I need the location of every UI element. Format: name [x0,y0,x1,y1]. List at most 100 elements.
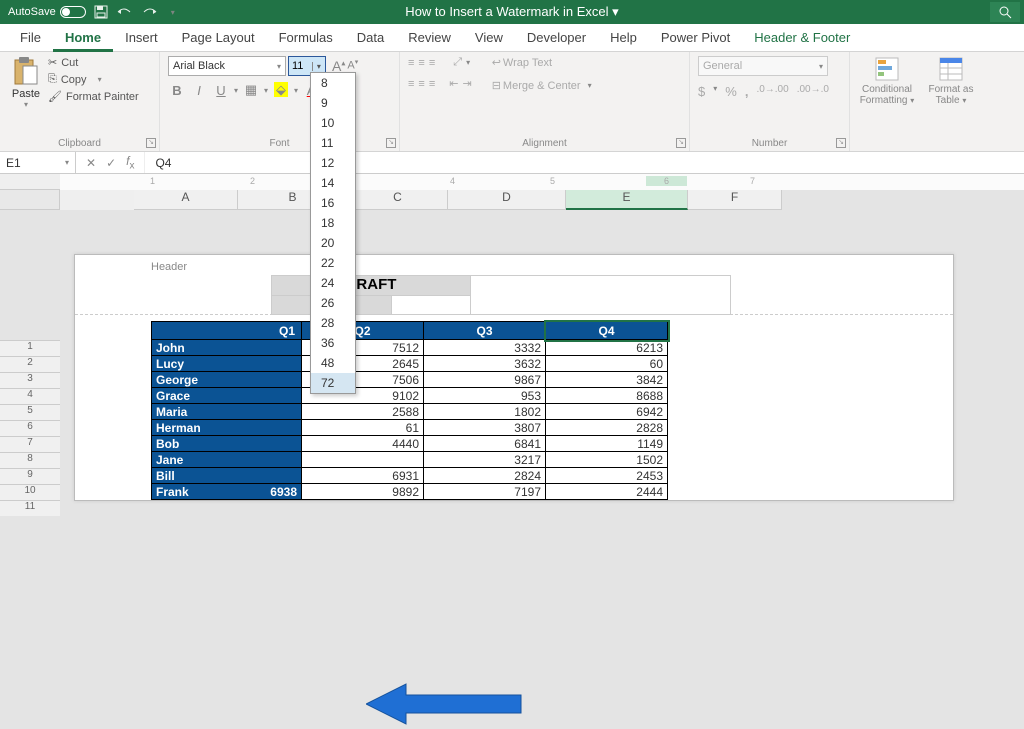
size-option[interactable]: 16 [311,193,355,213]
col-header-c[interactable]: C [348,190,448,210]
tab-header-footer[interactable]: Header & Footer [742,24,862,52]
col-q1[interactable]: Q1 [152,322,302,340]
size-option[interactable]: 26 [311,293,355,313]
number-dialog-launcher[interactable]: ↘ [836,138,846,148]
copy-button[interactable]: ⎘Copy ▾ [48,73,139,86]
cancel-formula-icon[interactable]: ✕ [86,156,96,170]
merge-center-button[interactable]: ⊟Merge & Center ▾ [492,79,592,92]
increase-decimal-icon[interactable]: .0→.00 [756,84,788,99]
formula-input[interactable]: Q4 [145,156,171,170]
clipboard-dialog-launcher[interactable]: ↘ [146,138,156,148]
col-header-d[interactable]: D [448,190,566,210]
increase-indent-icon[interactable]: ⇥ [462,77,471,90]
cut-button[interactable]: ✂Cut [48,56,139,69]
borders-button[interactable]: ▦ [242,82,260,98]
size-option[interactable]: 11 [311,133,355,153]
align-right-icon[interactable]: ≡ [429,78,435,90]
tab-home[interactable]: Home [53,24,113,52]
wrap-icon: ↩ [492,56,501,69]
tab-review[interactable]: Review [396,24,463,52]
row-header[interactable]: 2 [0,356,60,372]
enter-formula-icon[interactable]: ✓ [106,156,116,170]
col-header-a[interactable]: A [134,190,238,210]
underline-button[interactable]: U [212,83,230,98]
tab-formulas[interactable]: Formulas [267,24,345,52]
accounting-format-icon[interactable]: $ [698,84,705,99]
bold-button[interactable]: B [168,83,186,98]
tab-view[interactable]: View [463,24,515,52]
size-option[interactable]: 12 [311,153,355,173]
decrease-indent-icon[interactable]: ⇤ [449,77,458,90]
italic-button[interactable]: I [190,83,208,98]
header-right-box[interactable] [471,275,731,315]
size-option[interactable]: 48 [311,353,355,373]
align-left-icon[interactable]: ≡ [408,78,414,90]
font-name-combo[interactable]: Arial Black▾ [168,56,286,76]
autosave-label: AutoSave [8,6,56,18]
row-header[interactable]: 11 [0,500,60,516]
size-option[interactable]: 14 [311,173,355,193]
tab-data[interactable]: Data [345,24,396,52]
tab-file[interactable]: File [8,24,53,52]
paste-button[interactable]: Paste ▾ [8,56,44,109]
tab-developer[interactable]: Developer [515,24,598,52]
row-header[interactable]: 7 [0,436,60,452]
col-header-e[interactable]: E [566,190,688,210]
decrease-decimal-icon[interactable]: .00→.0 [797,84,829,99]
search-button[interactable] [990,2,1020,22]
header-center-box[interactable]: DRAFT [271,275,471,315]
toggle-switch-icon [60,6,86,18]
conditional-formatting-button[interactable]: Conditional Formatting ▾ [858,56,916,106]
align-middle-icon[interactable]: ≡ [418,57,424,69]
row-header[interactable]: 6 [0,420,60,436]
undo-icon[interactable] [116,3,134,21]
orientation-icon[interactable]: ⤢ [453,56,462,69]
row-header[interactable]: 8 [0,452,60,468]
tab-page-layout[interactable]: Page Layout [170,24,267,52]
wrap-text-button[interactable]: ↩Wrap Text [492,56,592,69]
fill-color-button[interactable]: ⬙ [272,82,290,98]
row-header[interactable]: 5 [0,404,60,420]
size-option[interactable]: 18 [311,213,355,233]
col-q4[interactable]: Q4 [546,322,668,340]
size-option[interactable]: 72 [311,373,355,393]
percent-format-icon[interactable]: % [725,84,737,99]
tab-help[interactable]: Help [598,24,649,52]
select-all-corner[interactable] [0,190,60,210]
qat-more-icon[interactable]: ▾ [164,3,182,21]
tab-power-pivot[interactable]: Power Pivot [649,24,742,52]
wrap-label: Wrap Text [503,57,552,69]
fx-icon[interactable]: fx [126,154,134,171]
header-section[interactable]: Header DRAFT [75,255,953,315]
alignment-dialog-launcher[interactable]: ↘ [676,138,686,148]
font-size-dropdown[interactable]: 8 9 10 11 12 14 16 18 20 22 24 26 28 36 … [310,72,356,394]
col-header-f[interactable]: F [688,190,782,210]
row-header[interactable]: 3 [0,372,60,388]
number-format-combo[interactable]: General▾ [698,56,828,76]
size-option[interactable]: 9 [311,93,355,113]
size-option[interactable]: 28 [311,313,355,333]
size-option[interactable]: 20 [311,233,355,253]
size-option[interactable]: 22 [311,253,355,273]
redo-icon[interactable] [140,3,158,21]
autosave-toggle[interactable]: AutoSave [8,6,86,18]
size-option[interactable]: 8 [311,73,355,93]
row-header[interactable]: 10 [0,484,60,500]
tab-insert[interactable]: Insert [113,24,170,52]
row-header[interactable]: 4 [0,388,60,404]
comma-format-icon[interactable]: , [745,84,749,99]
size-option[interactable]: 10 [311,113,355,133]
size-option[interactable]: 24 [311,273,355,293]
save-icon[interactable] [92,3,110,21]
row-header[interactable]: 1 [0,340,60,356]
name-box[interactable]: E1▾ [0,152,76,173]
align-bottom-icon[interactable]: ≡ [429,57,435,69]
font-dialog-launcher[interactable]: ↘ [386,138,396,148]
col-q3[interactable]: Q3 [424,322,546,340]
align-top-icon[interactable]: ≡ [408,57,414,69]
row-header[interactable]: 9 [0,468,60,484]
size-option[interactable]: 36 [311,333,355,353]
align-center-icon[interactable]: ≡ [418,78,424,90]
format-painter-button[interactable]: 🖌Format Painter [48,90,139,103]
format-as-table-button[interactable]: Format as Table ▾ [922,56,980,106]
